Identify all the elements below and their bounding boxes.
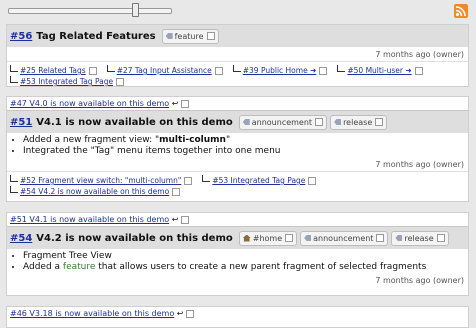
fragment-card: #47 V4.0 is now available on this demo ↩… (6, 96, 469, 202)
tag-icon (242, 119, 250, 125)
child-arrow-icon (232, 65, 241, 72)
child-arrow-icon (10, 175, 18, 182)
parent-fragment-ref[interactable]: #47 V4.0 is now available on this demo ↩ (7, 97, 468, 110)
tag-icon (395, 235, 403, 241)
related-fragments: #52 Fragment view switch: "multi-column"… (7, 171, 468, 199)
tag-icon (165, 33, 173, 39)
fragment-card: #51 V4.1 is now available on this demo ↩… (6, 212, 469, 296)
child-arrow-icon (10, 65, 18, 72)
fragment-body: Added a new fragment view: "multi-column… (7, 135, 468, 157)
fragment-id-link[interactable]: #51 (10, 117, 32, 128)
fragment-body: Fragment Tree View Added a feature that … (7, 251, 468, 273)
parent-fragment-ref[interactable]: #51 V4.1 is now available on this demo ↩ (7, 213, 468, 226)
fragment-header: #56 Tag Related Features feature (7, 25, 468, 47)
child-arrow-icon (10, 76, 18, 83)
fragment-card: #46 V3.18 is now available on this demo … (6, 306, 469, 328)
tag-release[interactable]: release (330, 114, 388, 130)
related-item[interactable]: #25 Related Tags (10, 65, 97, 76)
fragment-meta: 7 months ago (owner) (375, 50, 464, 59)
fragment-title: V4.2 is now available on this demo (36, 232, 233, 244)
tag-announcement[interactable]: announcement (238, 114, 328, 130)
related-fragments: #25 Related Tags #27 Tag Input Assistanc… (7, 61, 468, 89)
related-item[interactable]: #53 Integrated Tag Page (10, 76, 125, 87)
rss-feed-icon[interactable] (454, 4, 468, 18)
fragment-meta: 7 months ago (owner) (375, 276, 464, 285)
bullet-item: Added a feature that allows users to cre… (23, 262, 468, 273)
return-arrow-icon: ↩ (171, 99, 179, 108)
feature-link[interactable]: feature (63, 262, 96, 272)
fragment-title: Tag Related Features (36, 30, 156, 42)
zoom-slider-thumb[interactable] (132, 3, 140, 17)
zoom-slider-track[interactable] (8, 8, 172, 14)
fragment-id-link[interactable]: #56 (10, 31, 32, 42)
related-item[interactable]: #52 Fragment view switch: "multi-column" (10, 175, 193, 186)
return-arrow-icon: ↩ (176, 309, 184, 318)
fragment-header: #54 V4.2 is now available on this demo #… (7, 226, 468, 249)
related-item[interactable]: #50 Multi-user ➜ (337, 65, 423, 76)
tag-checkbox[interactable] (206, 32, 215, 40)
return-arrow-icon: ↩ (171, 215, 179, 224)
tag-announcement[interactable]: announcement (300, 230, 389, 246)
tag-icon (334, 119, 342, 125)
parent-fragment-ref[interactable]: #46 V3.18 is now available on this demo … (7, 307, 468, 320)
fragment-id-link[interactable]: #54 (10, 233, 32, 244)
fragment-meta: 7 months ago (owner) (375, 160, 464, 169)
bullet-item: Integrated the "Tag" menu items together… (23, 146, 468, 157)
toolbar (0, 0, 476, 22)
related-item[interactable]: #54 V4.2 is now available on this demo (10, 186, 181, 197)
tag-home[interactable]: #home (238, 230, 298, 246)
home-icon (242, 234, 251, 242)
fragment-title: V4.1 is now available on this demo (36, 116, 233, 128)
tag-release[interactable]: release (391, 230, 449, 246)
tag-feature[interactable]: feature (161, 28, 219, 44)
child-arrow-icon (10, 186, 18, 193)
fragment-header: #51 V4.1 is now available on this demo a… (7, 110, 468, 133)
related-item[interactable]: #39 Public Home ➜ (232, 65, 328, 76)
bullet-item: Added a new fragment view: "multi-column… (23, 135, 468, 146)
child-arrow-icon (106, 65, 115, 72)
tag-icon (304, 235, 312, 241)
child-arrow-icon (202, 175, 211, 182)
related-item[interactable]: #53 Integrated Tag Page (202, 175, 317, 186)
related-item[interactable]: #27 Tag Input Assistance (106, 65, 223, 76)
bullet-item: Fragment Tree View (23, 251, 468, 262)
child-arrow-icon (337, 65, 346, 72)
fragment-card: #56 Tag Related Features feature 7 month… (6, 24, 469, 87)
